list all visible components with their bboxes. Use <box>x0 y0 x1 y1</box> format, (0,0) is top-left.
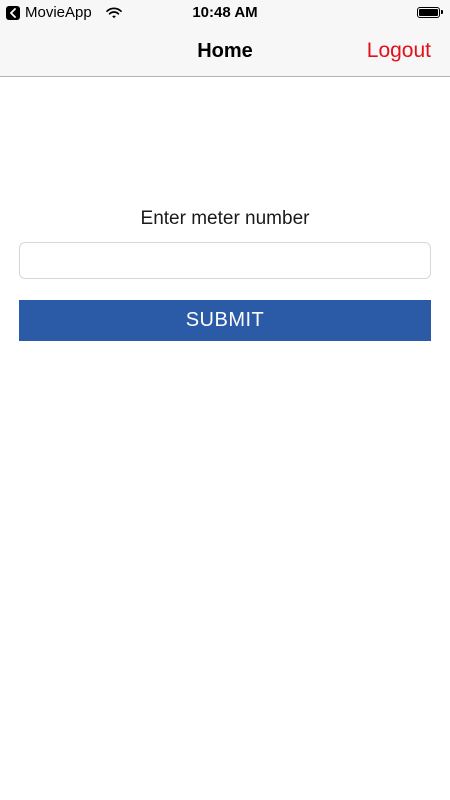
logout-button[interactable]: Logout <box>367 38 431 64</box>
status-time: 10:48 AM <box>192 4 258 21</box>
submit-button[interactable]: SUBMIT <box>19 300 431 341</box>
status-bar: MovieApp 10:48 AM <box>0 0 450 26</box>
battery-icon <box>417 6 443 18</box>
meter-number-input[interactable] <box>19 242 431 279</box>
meter-number-label: Enter meter number <box>140 208 310 229</box>
battery-level <box>419 8 438 16</box>
navigation-bar: Home Logout <box>0 26 450 77</box>
home-screen: MovieApp 10:48 AM Home Logout Enter mete… <box>0 0 450 800</box>
